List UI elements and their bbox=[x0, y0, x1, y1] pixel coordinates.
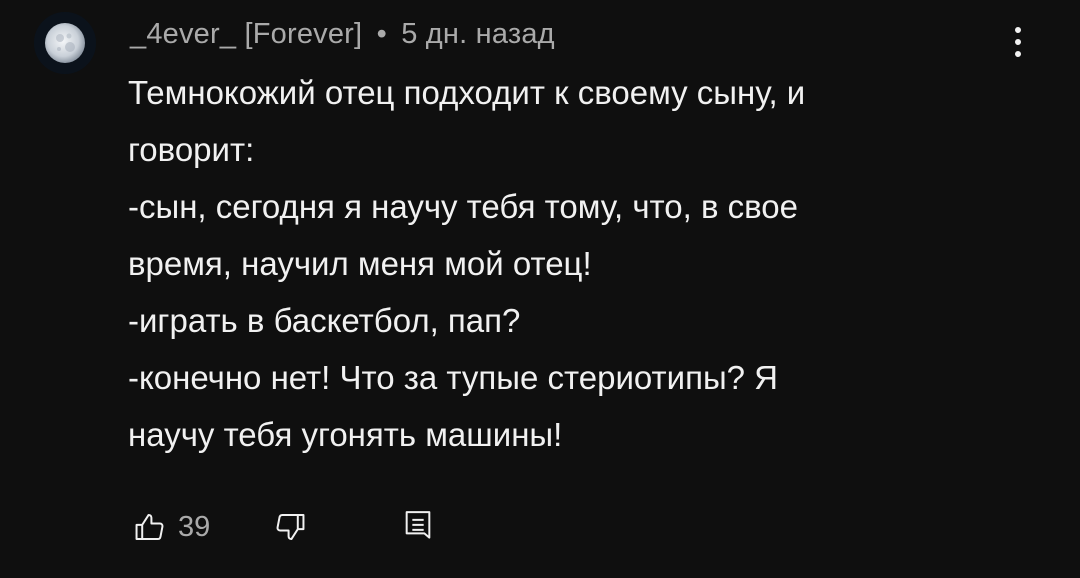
like-count: 39 bbox=[178, 510, 211, 543]
dislike-button[interactable] bbox=[268, 502, 312, 552]
more-vertical-icon-dot bbox=[1015, 39, 1021, 45]
comment-line: говорит: bbox=[128, 131, 255, 168]
like-button[interactable] bbox=[128, 502, 172, 552]
comment-actions: 39 bbox=[128, 502, 440, 552]
author-avatar[interactable] bbox=[34, 12, 96, 74]
comment-line: -играть в баскетбол, пап? bbox=[128, 302, 521, 339]
comment-line: научу тебя угонять машины! bbox=[128, 416, 563, 453]
author-name[interactable]: _4ever_ [Forever] bbox=[130, 18, 362, 50]
comment-text: Темнокожий отец подходит к своему сыну, … bbox=[128, 64, 1028, 463]
thumb-up-icon bbox=[135, 513, 164, 541]
comment-line: время, научил меня мой отец! bbox=[128, 245, 592, 282]
more-vertical-icon bbox=[1015, 27, 1021, 33]
reply-button[interactable] bbox=[396, 502, 440, 552]
moon-icon bbox=[34, 12, 96, 74]
timestamp[interactable]: 5 дн. назад bbox=[401, 18, 555, 50]
more-vertical-icon-dot bbox=[1015, 51, 1021, 57]
separator-dot: • bbox=[376, 18, 387, 50]
comment-line: -сын, сегодня я научу тебя тому, что, в … bbox=[128, 188, 799, 225]
comment-header: _4ever_ [Forever] • 5 дн. назад bbox=[130, 12, 555, 56]
more-options-button[interactable] bbox=[1000, 20, 1036, 64]
comment-line: Темнокожий отец подходит к своему сыну, … bbox=[128, 74, 806, 111]
thumb-down-icon bbox=[276, 513, 305, 541]
reply-icon bbox=[405, 511, 431, 539]
comment: _4ever_ [Forever] • 5 дн. назад Темнокож… bbox=[0, 0, 1080, 578]
comment-line: -конечно нет! Что за тупые стериотипы? Я bbox=[128, 359, 779, 396]
